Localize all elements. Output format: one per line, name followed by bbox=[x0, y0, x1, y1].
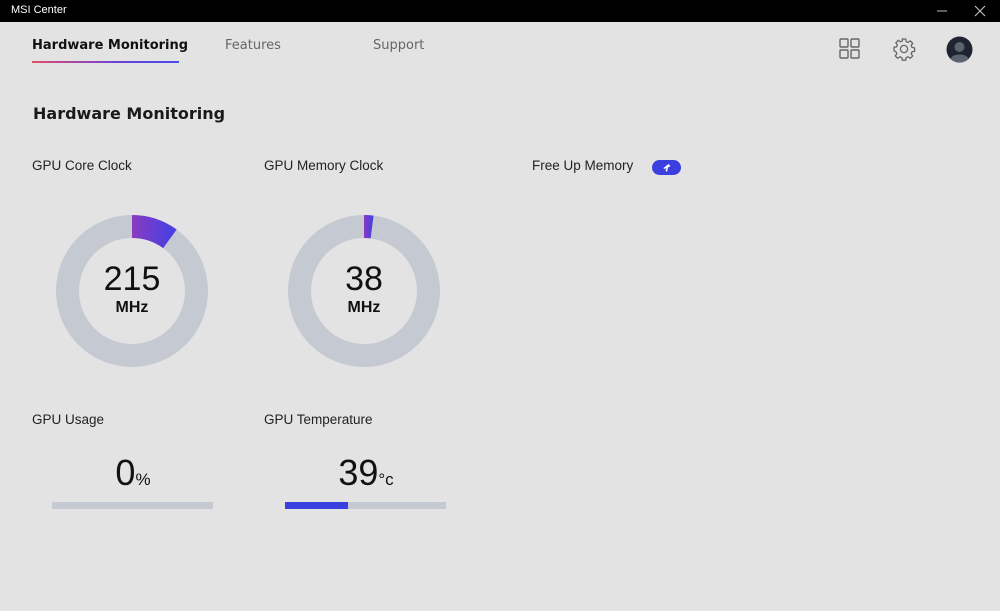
gpu-usage-unit: % bbox=[135, 470, 151, 489]
gpu-core-clock-unit: MHz bbox=[115, 299, 149, 316]
gauge-fill-arc bbox=[131, 215, 177, 249]
gauge-fill-arc bbox=[363, 215, 374, 239]
gpu-core-clock-gauge: 215 MHz bbox=[55, 214, 209, 368]
tab-label: Support bbox=[373, 38, 425, 53]
gpu-temperature-bar-fill bbox=[285, 502, 348, 509]
active-tab-indicator bbox=[32, 61, 179, 63]
gpu-usage-readout: 0% bbox=[52, 452, 214, 494]
minimize-button[interactable] bbox=[922, 0, 962, 22]
close-icon bbox=[974, 5, 986, 17]
window-title: MSI Center bbox=[11, 4, 67, 16]
gpu-temperature-label: GPU Temperature bbox=[264, 412, 373, 427]
grid-icon bbox=[839, 38, 860, 59]
gpu-core-clock-value: 215 bbox=[103, 260, 161, 298]
gpu-memory-clock-unit: MHz bbox=[347, 299, 381, 316]
gpu-temperature-bar bbox=[285, 502, 446, 509]
gpu-memory-clock-gauge: 38 MHz bbox=[287, 214, 441, 368]
gpu-temperature-readout: 39°c bbox=[285, 452, 447, 494]
title-bar: MSI Center bbox=[0, 0, 1000, 22]
free-up-memory-button[interactable] bbox=[652, 160, 681, 175]
gear-icon bbox=[893, 38, 916, 61]
settings-button[interactable] bbox=[892, 37, 916, 61]
rocket-icon bbox=[663, 163, 670, 172]
tab-hardware-monitoring[interactable]: Hardware Monitoring bbox=[32, 38, 189, 63]
free-up-memory-label: Free Up Memory bbox=[532, 158, 634, 173]
page-title: Hardware Monitoring bbox=[33, 104, 226, 123]
close-button[interactable] bbox=[960, 0, 1000, 22]
apps-button[interactable] bbox=[838, 37, 862, 61]
tab-support[interactable]: Support bbox=[373, 38, 424, 53]
gpu-core-clock-label: GPU Core Clock bbox=[32, 158, 132, 173]
user-avatar-button[interactable] bbox=[946, 36, 973, 63]
gpu-temperature-value: 39 bbox=[338, 452, 379, 493]
avatar-icon bbox=[946, 36, 973, 63]
gpu-usage-bar bbox=[52, 502, 213, 509]
gpu-memory-clock-value: 38 bbox=[345, 260, 383, 298]
gpu-memory-clock-label: GPU Memory Clock bbox=[264, 158, 384, 173]
gpu-usage-value: 0 bbox=[115, 452, 136, 493]
gpu-temperature-unit: °c bbox=[378, 470, 394, 489]
tab-features[interactable]: Features bbox=[225, 38, 281, 53]
tab-label: Features bbox=[225, 38, 281, 53]
gpu-usage-label: GPU Usage bbox=[32, 412, 105, 427]
minimize-icon bbox=[937, 10, 947, 12]
tab-label: Hardware Monitoring bbox=[32, 38, 189, 53]
